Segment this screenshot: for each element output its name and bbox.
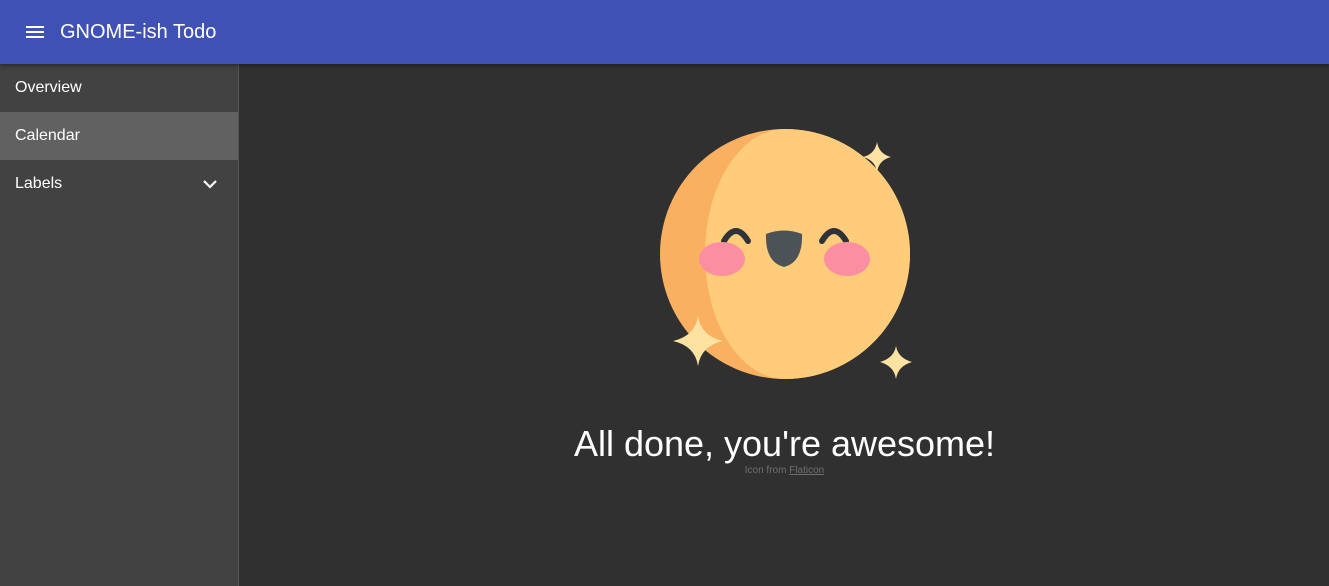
menu-button[interactable] [18, 18, 52, 46]
empty-state-message: All done, you're awesome! [573, 423, 996, 464]
sidebar-item-label: Labels [15, 175, 63, 192]
sidebar-item-overview[interactable]: Overview [0, 64, 238, 112]
icon-credit: Icon from Flaticon [240, 464, 1329, 477]
sidebar-item-label: Calendar [15, 127, 80, 144]
sidebar-item-calendar[interactable]: Calendar [0, 112, 238, 160]
app-title: GNOME-ish Todo [60, 21, 217, 43]
app-bar: GNOME-ish Todo [0, 0, 1329, 64]
happy-moon-icon [660, 129, 912, 379]
hamburger-menu-icon [26, 26, 44, 38]
sidebar: Overview Calendar Labels [0, 64, 239, 586]
credit-prefix: Icon from [744, 465, 790, 476]
main-content: All done, you're awesome! Icon from Flat… [240, 64, 1329, 586]
sidebar-item-label: Overview [15, 79, 82, 96]
flaticon-link[interactable]: Flaticon [789, 465, 824, 476]
chevron-down-icon[interactable] [202, 177, 218, 191]
sidebar-item-labels[interactable]: Labels [0, 160, 238, 208]
